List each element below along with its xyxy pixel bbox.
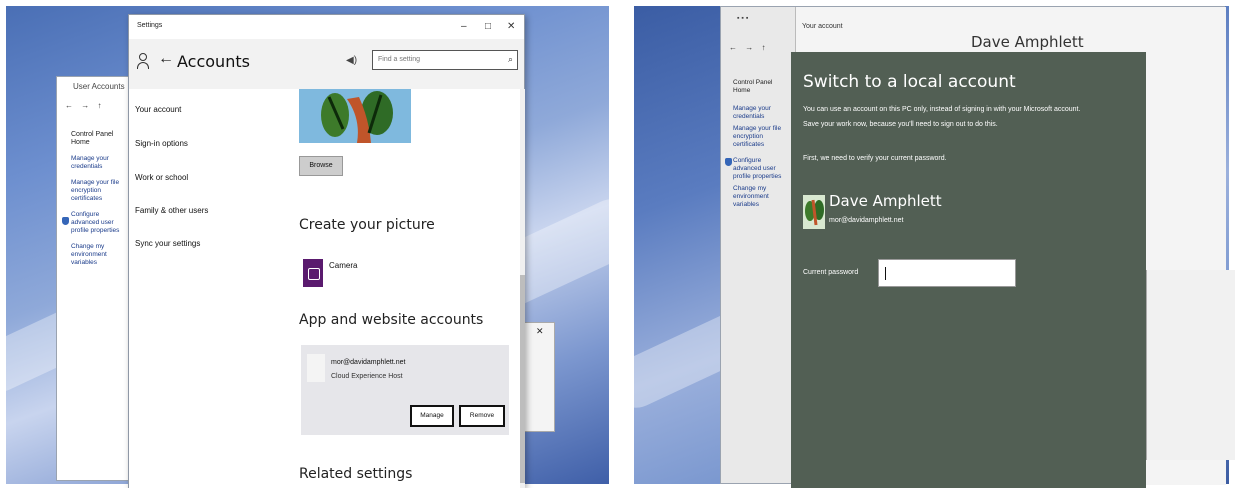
window-title: Settings [137,22,163,29]
minimize-icon[interactable]: – [461,21,467,32]
camera-label[interactable]: Camera [329,261,357,270]
account-picture [299,89,411,143]
control-panel-home-link[interactable]: Control Panel Home [57,131,127,147]
scrollbar-thumb[interactable] [520,275,525,483]
search-icon[interactable]: ⌕ [508,54,513,65]
manage-credentials-link[interactable]: Manage your credentials [57,155,127,171]
sidebar-item-sync-settings[interactable]: Sync your settings [135,239,200,248]
text-cursor [885,267,886,280]
settings-content: Browse Create your picture Camera App an… [287,89,520,488]
account-list-item[interactable]: mor@davidamphlett.net Cloud Experience H… [301,345,509,435]
search-input[interactable]: Find a setting ⌕ [372,50,518,70]
person-icon [137,53,149,69]
account-email: mor@davidamphlett.net [331,359,406,366]
control-panel-home-link[interactable]: Control Panel Home [733,79,791,95]
intro-text-1: You can use an account on this PC only, … [803,106,1081,113]
password-field[interactable] [878,259,1016,287]
search-placeholder: Find a setting [378,56,421,63]
password-label: Current password [803,269,859,276]
background-window [1146,270,1235,460]
window-title: Your account [802,23,843,30]
page-title: Accounts [177,52,250,71]
environment-variables-link[interactable]: Change my environment variables [57,243,127,267]
verify-text: First, we need to verify your current pa… [803,155,947,162]
switch-local-account-dialog: Switch to a local account You can use an… [791,52,1146,488]
sidebar: Your account Sign-in options Work or sch… [129,89,287,488]
close-icon[interactable]: ✕ [507,21,515,32]
sidebar-item-your-account[interactable]: Your account [135,105,181,114]
left-screenshot: User Accounts ← → ↑ Control Panel Home M… [0,0,617,488]
back-arrow-icon[interactable]: ← [158,50,174,68]
manage-button[interactable]: Manage [410,405,454,427]
dialog-title: Switch to a local account [803,72,1016,92]
sidebar-item-work-or-school[interactable]: Work or school [135,173,188,182]
camera-icon[interactable] [303,259,323,287]
shield-icon [62,217,69,225]
intro-text-2: Save your work now, because you'll need … [803,121,998,128]
manage-certificates-link[interactable]: Manage your file encryption certificates [57,179,127,203]
browse-button[interactable]: Browse [299,156,343,176]
shield-icon [725,158,732,166]
account-icon [307,354,325,382]
sidebar-item-sign-in-options[interactable]: Sign-in options [135,139,188,148]
close-icon[interactable]: ✕ [536,326,544,337]
remove-button[interactable]: Remove [459,405,505,427]
configure-profile-link[interactable]: Configure advanced user profile properti… [733,157,791,181]
speaker-icon: ◀) [346,55,358,66]
user-name: Dave Amphlett [829,192,942,210]
title-bar: Settings – □ ✕ [129,15,524,39]
background-dialog: ✕ [521,322,555,432]
window-title-icon: ▪ ▪ ▪ [737,15,749,22]
account-app-name: Cloud Experience Host [331,373,403,380]
sidebar-item-family-other-users[interactable]: Family & other users [135,206,208,215]
settings-header: ← Accounts ◀) Find a setting ⌕ [129,39,524,89]
right-screenshot: ▪ ▪ ▪ ← → ↑ Control Panel Home Manage yo… [628,0,1235,488]
nav-arrows[interactable]: ← → ↑ [729,43,768,52]
app-accounts-heading: App and website accounts [299,312,484,328]
user-email: mor@davidamphlett.net [829,217,904,224]
environment-variables-link[interactable]: Change my environment variables [733,185,791,209]
account-name: Dave Amphlett [971,33,1084,51]
manage-certificates-link[interactable]: Manage your file encryption certificates [733,125,791,149]
settings-window: Settings – □ ✕ ← Accounts ◀) Find a sett… [128,14,525,488]
create-picture-heading: Create your picture [299,217,435,233]
manage-credentials-link[interactable]: Manage your credentials [733,105,791,121]
avatar [803,195,825,229]
related-settings-heading: Related settings [299,466,413,482]
maximize-icon[interactable]: □ [485,21,491,32]
